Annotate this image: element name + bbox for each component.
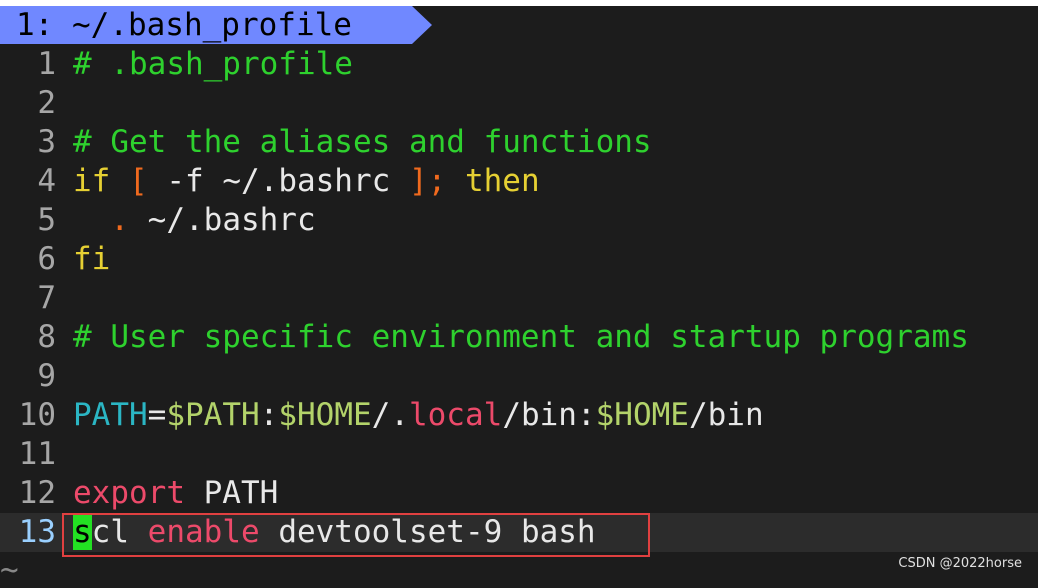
line-content[interactable]: if [ -f ~/.bashrc ]; then	[73, 162, 540, 201]
line-number: 11	[18, 436, 56, 472]
code-line[interactable]: 1 # .bash_profile	[0, 45, 1038, 84]
line-number: 8	[37, 319, 56, 355]
code-token: if	[73, 163, 111, 199]
code-line[interactable]: 10 PATH=$PATH:$HOME/.local/bin:$HOME/bin	[0, 396, 1038, 435]
line-content[interactable]: # Get the aliases and functions	[73, 123, 652, 162]
code-token: PATH	[73, 397, 148, 433]
highlight-annotation-box	[62, 513, 650, 557]
watermark: CSDN @2022horse	[898, 556, 1022, 571]
line-number: 7	[37, 280, 56, 316]
line-content[interactable]: export PATH	[73, 474, 278, 513]
code-token: then	[464, 163, 540, 199]
code-token: /bin	[688, 397, 764, 433]
line-number: 12	[18, 475, 56, 511]
code-token: fi	[73, 241, 111, 277]
line-number: 1	[37, 46, 56, 82]
line-content[interactable]: . ~/.bashrc	[73, 201, 316, 240]
code-line[interactable]: 5 . ~/.bashrc	[0, 201, 1038, 240]
window-top-edge	[0, 0, 1038, 6]
code-line[interactable]: 12 export PATH	[0, 474, 1038, 513]
line-content[interactable]: PATH=$PATH:$HOME/.local/bin:$HOME/bin	[73, 396, 764, 435]
buffer-tab[interactable]: 1: ~/.bash_profile	[0, 6, 432, 44]
code-token: export	[73, 475, 185, 511]
line-content[interactable]: # User specific environment and startup …	[73, 318, 969, 357]
line-number: 9	[37, 358, 56, 394]
line-number: 6	[37, 241, 56, 277]
code-token: local	[408, 397, 503, 433]
code-token: # .bash_profile	[73, 46, 353, 82]
line-number: 13	[18, 514, 56, 550]
code-token: $HOME	[278, 397, 372, 433]
code-token: /.	[371, 397, 409, 433]
code-token: :	[259, 397, 279, 433]
code-line[interactable]: 2	[0, 84, 1038, 123]
code-line[interactable]: 9	[0, 357, 1038, 396]
code-line[interactable]: 11	[0, 435, 1038, 474]
line-number: 10	[18, 397, 56, 433]
code-token: $PATH	[166, 397, 260, 433]
code-line[interactable]: 4 if [ -f ~/.bashrc ]; then	[0, 162, 1038, 201]
code-token: =	[147, 397, 167, 433]
line-content[interactable]: # .bash_profile	[73, 45, 353, 84]
code-line[interactable]: 7	[0, 279, 1038, 318]
code-token: -f ~/.bashrc	[147, 163, 409, 199]
line-number: 5	[37, 202, 56, 238]
line-number: 3	[37, 124, 56, 160]
code-token: ];	[408, 163, 447, 199]
code-token: ~/.bashrc	[129, 202, 316, 238]
code-token: .	[110, 202, 129, 238]
line-number: 4	[37, 163, 56, 199]
end-of-buffer-marker: ~	[0, 552, 19, 588]
code-token: /bin:	[502, 397, 596, 433]
code-line[interactable]: 3 # Get the aliases and functions	[0, 123, 1038, 162]
line-content[interactable]: fi	[73, 240, 110, 279]
code-line[interactable]: 6 fi	[0, 240, 1038, 279]
code-token: PATH	[184, 475, 279, 511]
code-token: [	[129, 163, 148, 199]
line-number: 2	[37, 85, 56, 121]
code-token: $HOME	[595, 397, 689, 433]
code-token: # User specific environment and startup …	[73, 319, 969, 355]
code-token: # Get the aliases and functions	[73, 124, 652, 160]
code-line[interactable]: 8 # User specific environment and startup…	[0, 318, 1038, 357]
